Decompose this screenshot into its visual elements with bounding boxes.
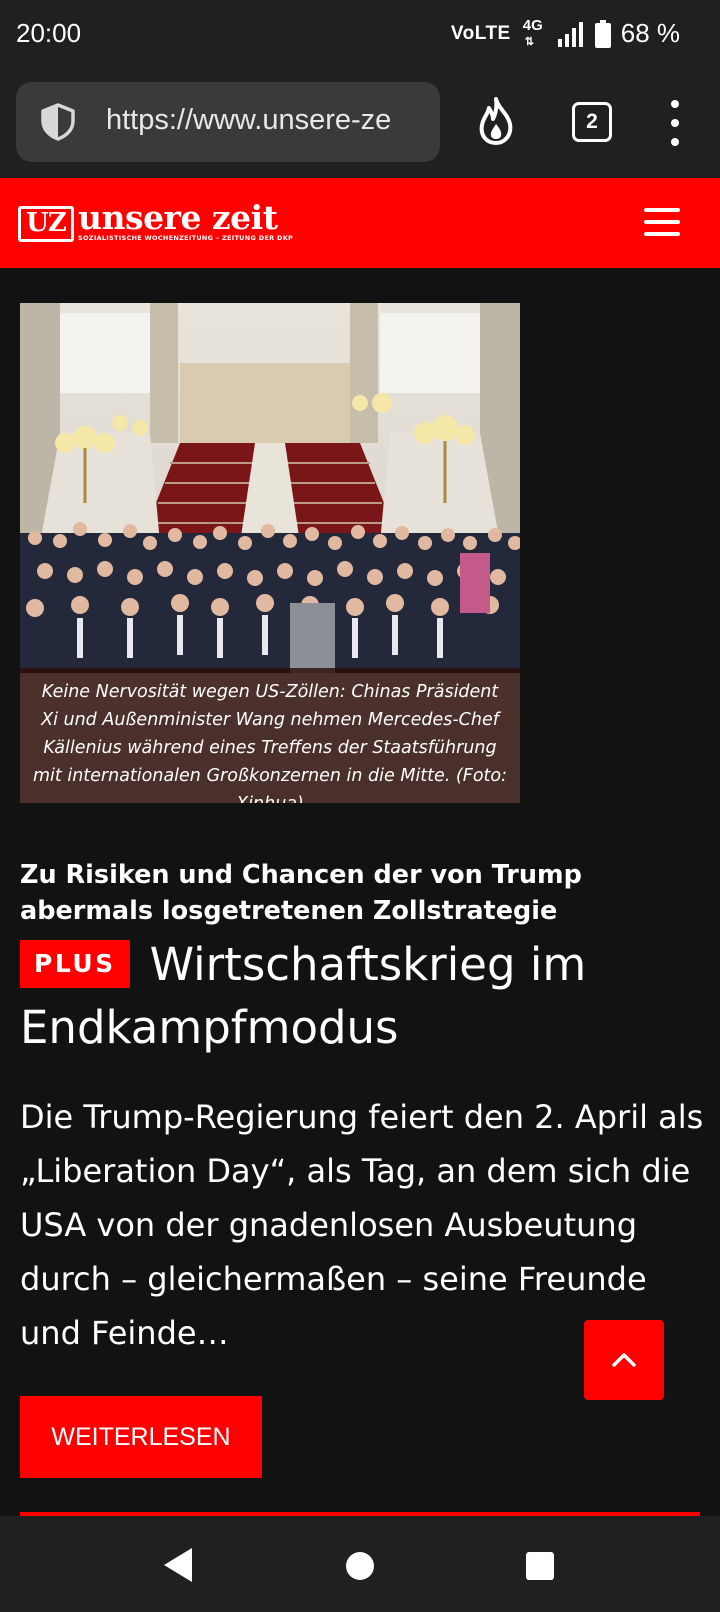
article-kicker[interactable]: Zu Risiken und Chancen der von Trump abe… <box>20 857 710 929</box>
site-logo[interactable]: UZ unsere zeit SOZIALISTISCHE WOCHENZEIT… <box>18 200 293 246</box>
status-time: 20:00 <box>16 18 82 48</box>
logo-name: unsere zeit <box>78 198 278 237</box>
image-caption: Keine Nervosität wegen US-Zöllen: Chinas… <box>20 668 520 803</box>
read-more-button[interactable]: WEITERLESEN <box>20 1396 262 1478</box>
url-text[interactable]: https://www.unsere-ze <box>106 104 391 137</box>
recent-apps-icon[interactable] <box>526 1552 554 1580</box>
logo-tagline: SOZIALISTISCHE WOCHENZEITUNG – ZEITUNG D… <box>78 234 294 242</box>
site-header: UZ unsere zeit SOZIALISTISCHE WOCHENZEIT… <box>0 178 720 268</box>
flame-icon[interactable] <box>476 96 516 146</box>
browser-toolbar: https://www.unsere-ze 2 <box>0 68 720 178</box>
shield-icon[interactable] <box>38 102 78 142</box>
signal-icon <box>557 21 583 47</box>
tab-switcher-button[interactable]: 2 <box>572 102 612 142</box>
plus-badge: PLUS <box>20 940 130 988</box>
battery-percentage: 68 % <box>620 18 680 48</box>
more-options-icon[interactable] <box>662 100 688 146</box>
network-type-label: 4G <box>522 16 543 34</box>
logo-mark: UZ <box>18 206 74 242</box>
chevron-up-icon <box>612 1353 636 1367</box>
status-bar: 20:00 VoLTE 4G ⇅ 68 % <box>0 0 720 68</box>
battery-icon <box>594 19 611 48</box>
volte-indicator: VoLTE <box>450 22 511 44</box>
article-image[interactable]: Keine Nervosität wegen US-Zöllen: Chinas… <box>20 303 520 803</box>
scroll-to-top-button[interactable] <box>584 1320 664 1400</box>
address-bar[interactable]: https://www.unsere-ze <box>16 82 440 162</box>
back-icon[interactable] <box>162 1546 194 1584</box>
system-nav-bar <box>0 1516 720 1612</box>
status-icons: VoLTE 4G ⇅ 68 % <box>450 16 680 49</box>
network-type-icon: 4G ⇅ <box>522 16 543 48</box>
article-title[interactable]: PLUS Wirtschaftskrieg im Endkampfmodus <box>20 933 710 1059</box>
menu-icon[interactable] <box>644 208 680 236</box>
home-icon[interactable] <box>346 1552 374 1580</box>
